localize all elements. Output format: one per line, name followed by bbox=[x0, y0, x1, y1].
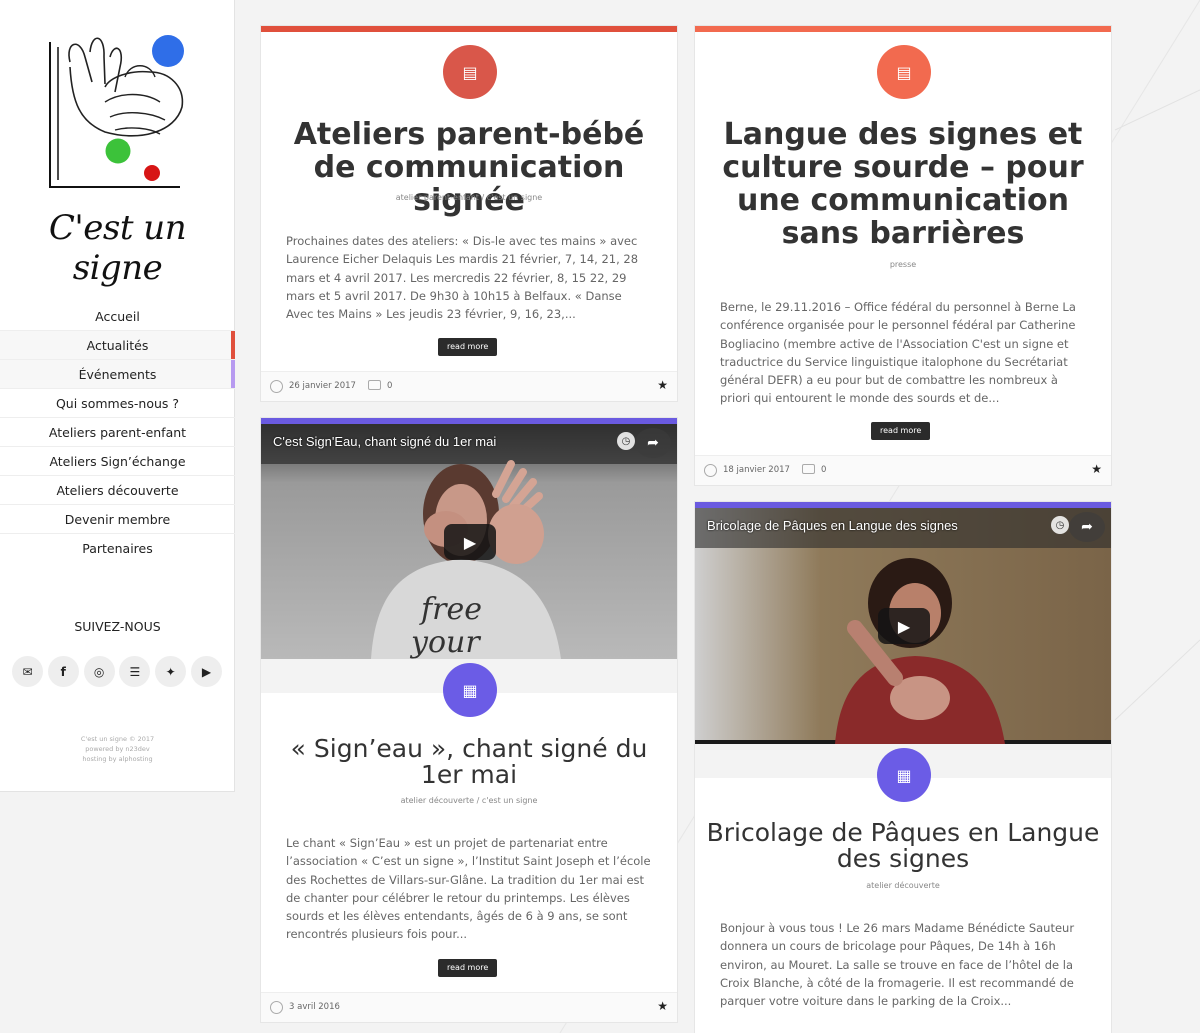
document-icon[interactable]: ▤ bbox=[877, 45, 931, 99]
post-footer: 26 janvier 2017 0 ★ bbox=[261, 371, 677, 401]
card-accent-bar bbox=[261, 26, 677, 32]
credits-hosting[interactable]: hosting by alphosting bbox=[0, 754, 235, 764]
credits-copyright: C'est un signe © 2017 bbox=[80, 735, 155, 743]
card-accent-bar bbox=[695, 26, 1111, 32]
brand-name[interactable]: C'est un signe bbox=[0, 208, 235, 288]
play-button[interactable]: ▶ bbox=[878, 608, 930, 644]
post-date: 18 janvier 2017 bbox=[723, 465, 790, 475]
youtube-icon[interactable]: ▶ bbox=[190, 656, 222, 687]
post-excerpt: Le chant « Sign’Eau » est un projet de p… bbox=[286, 836, 651, 942]
post-footer: 18 janvier 2017 0 ★ bbox=[695, 455, 1111, 485]
document-icon[interactable]: ▤ bbox=[443, 45, 497, 99]
post-meta[interactable]: presse bbox=[695, 260, 1111, 269]
post-title[interactable]: « Sign’eau », chant signé du 1er mai bbox=[271, 736, 667, 788]
nav-item-actualites[interactable]: Actualités bbox=[0, 331, 235, 360]
post-card: ▤ Ateliers parent-bébé de communication … bbox=[260, 25, 678, 402]
video-title[interactable]: C'est Sign'Eau, chant signé du 1er mai bbox=[273, 434, 496, 449]
active-indicator bbox=[231, 331, 235, 359]
post-title[interactable]: Langue des signes et culture sourde – po… bbox=[705, 118, 1101, 250]
sidebar: C'est un signe Accueil Actualités Événem… bbox=[0, 0, 235, 792]
post-date: 26 janvier 2017 bbox=[289, 381, 356, 391]
video-title[interactable]: Bricolage de Pâques en Langue des signes bbox=[707, 518, 958, 533]
post-meta[interactable]: atelier découverte / c'est un signe bbox=[261, 796, 677, 805]
post-title[interactable]: Ateliers parent-bébé de communication si… bbox=[271, 118, 667, 217]
comment-count: 0 bbox=[821, 465, 827, 475]
star-icon[interactable]: ★ bbox=[657, 378, 668, 392]
nav-item-label: Actualités bbox=[86, 338, 149, 353]
hover-indicator bbox=[231, 360, 235, 388]
comment-icon[interactable] bbox=[802, 464, 815, 474]
svg-text:free: free bbox=[419, 592, 482, 627]
follow-heading: SUIVEZ-NOUS bbox=[74, 619, 161, 634]
post-excerpt: Prochaines dates des ateliers: « Dis-le … bbox=[286, 234, 639, 322]
read-more-button[interactable]: read more bbox=[438, 338, 498, 356]
post-date: 3 avril 2016 bbox=[289, 1002, 340, 1012]
post-card: ▤ Langue des signes et culture sourde – … bbox=[694, 25, 1112, 486]
comment-icon[interactable] bbox=[368, 380, 381, 390]
play-button[interactable]: ▶ bbox=[444, 524, 496, 560]
watch-later-icon[interactable]: ◷ bbox=[617, 432, 635, 450]
nav-item-evenements[interactable]: Événements bbox=[0, 360, 235, 389]
credits-powered[interactable]: powered by n23dev bbox=[0, 744, 235, 754]
post-meta[interactable]: atelier parent-enfant / c'est un signe bbox=[261, 193, 677, 202]
instagram-icon[interactable]: ◎ bbox=[83, 656, 115, 687]
main-nav: Accueil Actualités Événements Qui sommes… bbox=[0, 302, 235, 563]
post-excerpt: Bonjour à vous tous ! Le 26 mars Madame … bbox=[720, 921, 1075, 1009]
rss-icon[interactable]: ☰ bbox=[119, 656, 151, 687]
post-title[interactable]: Bricolage de Pâques en Langue des signes bbox=[705, 820, 1101, 872]
video-player[interactable]: Bricolage de Pâques en Langue des signes… bbox=[695, 508, 1111, 744]
star-icon[interactable]: ★ bbox=[657, 999, 668, 1013]
nav-item-ateliers-signechange[interactable]: Ateliers Sign’échange bbox=[0, 447, 235, 476]
video-player[interactable]: free your C'est Sign'Eau, chant signé du… bbox=[261, 424, 677, 659]
comment-count: 0 bbox=[387, 381, 393, 391]
film-icon[interactable]: ▦ bbox=[443, 663, 497, 717]
credits: C'est un signe © 2017 powered by n23dev … bbox=[0, 734, 235, 764]
post-card: Bricolage de Pâques en Langue des signes… bbox=[694, 501, 1112, 1033]
mail-icon[interactable]: ✉ bbox=[12, 656, 43, 687]
share-icon[interactable]: ➦ bbox=[1069, 512, 1105, 542]
star-icon[interactable]: ★ bbox=[1091, 462, 1102, 476]
read-more-button[interactable]: read more bbox=[871, 422, 931, 440]
post-card: free your C'est Sign'Eau, chant signé du… bbox=[260, 417, 678, 1023]
nav-item-devenir-membre[interactable]: Devenir membre bbox=[0, 505, 235, 534]
share-icon[interactable]: ➦ bbox=[635, 428, 671, 458]
watch-later-icon[interactable]: ◷ bbox=[1051, 516, 1069, 534]
nav-item-accueil[interactable]: Accueil bbox=[0, 302, 235, 331]
facebook-icon[interactable]: f bbox=[47, 656, 79, 687]
twitter-icon[interactable]: ✦ bbox=[155, 656, 187, 687]
nav-item-ateliers-decouverte[interactable]: Ateliers découverte bbox=[0, 476, 235, 505]
nav-item-partenaires[interactable]: Partenaires bbox=[0, 534, 235, 563]
nav-item-qui-sommes-nous[interactable]: Qui sommes-nous ? bbox=[0, 389, 235, 418]
post-footer: 3 avril 2016 ★ bbox=[261, 992, 677, 1022]
post-excerpt: Berne, le 29.11.2016 – Office fédéral du… bbox=[720, 300, 1076, 406]
nav-item-ateliers-parent-enfant[interactable]: Ateliers parent-enfant bbox=[0, 418, 235, 447]
social-links: ✉ f ◎ ☰ ✦ ▶ bbox=[12, 656, 222, 687]
read-more-button[interactable]: read more bbox=[438, 959, 498, 977]
clock-icon bbox=[704, 464, 717, 477]
clock-icon bbox=[270, 1001, 283, 1014]
film-icon[interactable]: ▦ bbox=[877, 748, 931, 802]
post-meta[interactable]: atelier découverte bbox=[695, 881, 1111, 890]
svg-text:your: your bbox=[409, 625, 481, 659]
clock-icon bbox=[270, 380, 283, 393]
nav-item-label: Événements bbox=[78, 367, 157, 382]
